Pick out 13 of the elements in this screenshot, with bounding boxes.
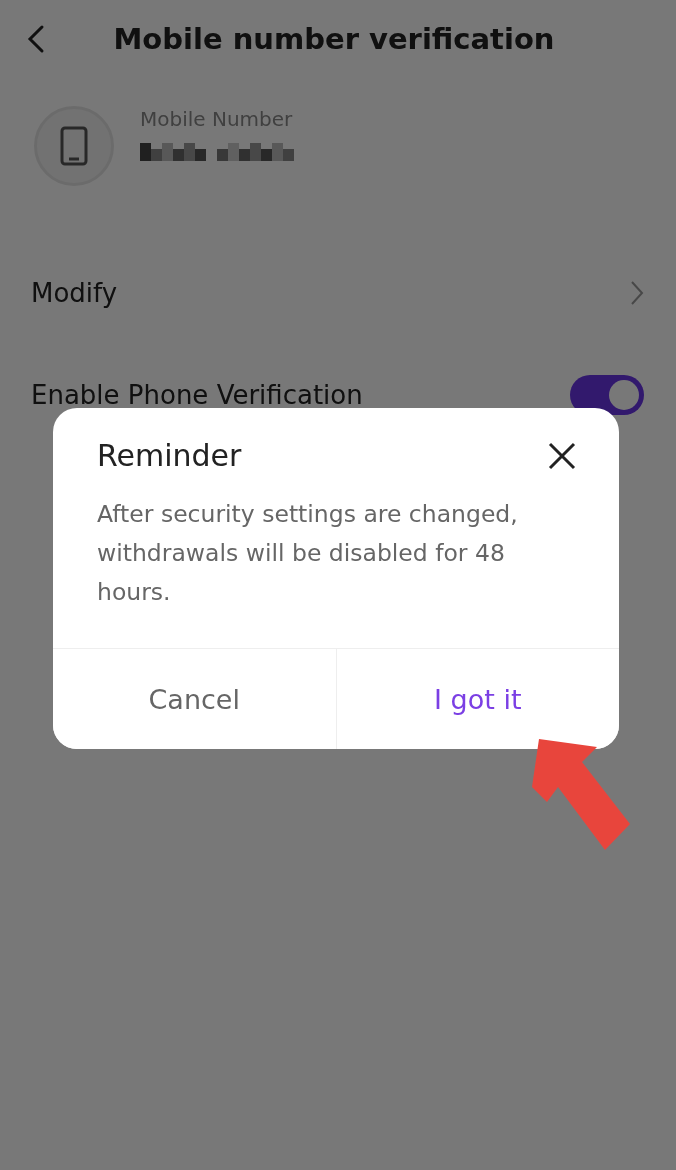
field-label: Mobile Number: [140, 107, 294, 131]
dialog-message: After security settings are changed, withdrawals will be disabled for 48 hours.: [97, 499, 519, 608]
dialog-title: Reminder: [97, 438, 242, 473]
close-icon: [547, 440, 577, 471]
modify-row[interactable]: Modify: [31, 242, 644, 344]
page-title: Mobile number verification: [112, 22, 556, 56]
confirm-button[interactable]: I got it: [335, 649, 619, 749]
close-button[interactable]: [547, 440, 577, 471]
setting-label: Enable Phone Verification: [31, 380, 363, 410]
chevron-right-icon: [630, 280, 644, 306]
toggle-switch[interactable]: [570, 375, 644, 415]
phone-icon: [59, 126, 89, 166]
back-icon: [26, 24, 46, 54]
